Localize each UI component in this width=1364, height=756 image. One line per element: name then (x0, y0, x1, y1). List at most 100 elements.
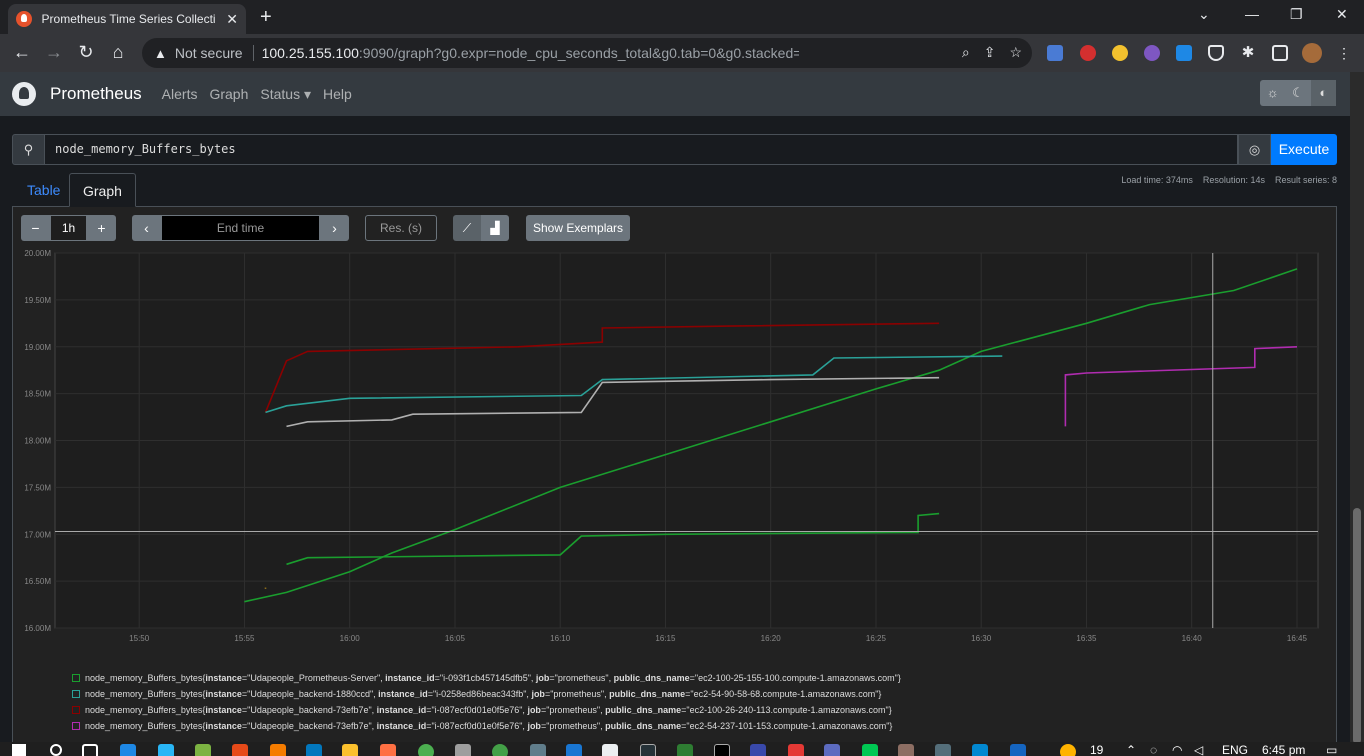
time-forward-button[interactable]: › (320, 215, 349, 241)
profile-avatar[interactable] (1302, 43, 1322, 63)
app-icon[interactable] (972, 744, 988, 756)
close-window-icon[interactable]: ✕ (1336, 6, 1348, 23)
language-indicator[interactable]: ENG (1222, 743, 1248, 756)
app-icon[interactable] (270, 744, 286, 756)
adblock-extension-icon[interactable] (1080, 45, 1096, 61)
forward-icon[interactable]: → (42, 40, 66, 64)
app-icon[interactable] (824, 744, 840, 756)
app-icon[interactable] (935, 744, 951, 756)
x-tick-label: 16:25 (866, 634, 887, 643)
app-icon[interactable] (898, 744, 914, 756)
legend-item[interactable]: node_memory_Buffers_bytes{instance="Udap… (72, 686, 1072, 702)
new-tab-button[interactable]: + (260, 6, 272, 29)
bookmark-star-icon[interactable]: ☆ (1009, 44, 1022, 61)
legend-item[interactable]: node_memory_Buffers_bytes{instance="Udap… (72, 718, 1072, 734)
zoom-icon[interactable]: ⌕ (962, 44, 970, 61)
firefox-icon[interactable] (380, 744, 396, 756)
network-icon[interactable]: ◌ (1150, 743, 1157, 756)
store-icon[interactable] (195, 744, 211, 756)
app-icon[interactable] (232, 744, 248, 756)
time-back-button[interactable]: ‹ (132, 215, 161, 241)
tab-table[interactable]: Table (14, 173, 73, 207)
app-icon[interactable] (677, 744, 693, 756)
url-host: 100.25.155.100 (261, 45, 359, 61)
windows-start-icon[interactable] (12, 744, 26, 756)
app-icon[interactable] (788, 744, 804, 756)
extension-icon[interactable] (1144, 45, 1160, 61)
volume-icon[interactable]: ◁ (1194, 743, 1203, 756)
light-theme-icon[interactable]: ☼ (1260, 80, 1285, 106)
minimize-icon[interactable]: — (1245, 6, 1259, 22)
execute-button[interactable]: Execute (1271, 134, 1337, 165)
weather-icon[interactable] (1060, 744, 1076, 756)
range-input[interactable]: 1h (50, 215, 87, 241)
legend-swatch (72, 722, 80, 730)
shield-extension-icon[interactable] (1208, 45, 1224, 61)
vscode-icon[interactable] (1010, 744, 1026, 756)
stacked-chart-icon[interactable]: ▟ (481, 215, 509, 241)
pycharm-icon[interactable] (640, 744, 656, 756)
nav-status-dropdown[interactable]: Status ▾ (260, 86, 311, 103)
edge-icon[interactable] (120, 744, 136, 756)
tab-graph[interactable]: Graph (69, 173, 136, 207)
task-view-icon[interactable] (82, 744, 98, 756)
unstacked-chart-icon[interactable]: ⟋ (453, 215, 481, 241)
terminal-icon[interactable] (714, 744, 730, 756)
clock[interactable]: 6:45 pm (1262, 743, 1305, 756)
puzzle-extensions-icon[interactable]: ✱ (1240, 45, 1256, 61)
home-icon[interactable]: ⌂ (106, 40, 130, 64)
nav-graph[interactable]: Graph (209, 86, 248, 102)
x-tick-label: 16:10 (550, 634, 571, 643)
expression-input[interactable]: node_memory_Buffers_bytes (45, 134, 1238, 165)
resolution-input[interactable]: Res. (s) (365, 215, 437, 241)
edge-icon[interactable] (306, 744, 322, 756)
address-bar[interactable]: ▲ Not secure 100.25.155.100 :9090/graph?… (142, 38, 1032, 68)
chrome-icon[interactable] (418, 744, 434, 756)
whatsapp-icon[interactable] (492, 744, 508, 756)
file-explorer-icon[interactable] (342, 744, 358, 756)
legend-item[interactable]: node_memory_Buffers_bytes{instance="Udap… (72, 670, 1072, 686)
translate-extension-icon[interactable] (1047, 45, 1063, 61)
app-icon[interactable] (750, 744, 766, 756)
dark-theme-icon[interactable]: ☾ (1285, 80, 1310, 106)
y-tick-label: 16.50M (24, 577, 51, 586)
show-exemplars-button[interactable]: Show Exemplars (526, 215, 631, 241)
app-icon[interactable] (862, 744, 878, 756)
outlook-icon[interactable] (566, 744, 582, 756)
brand-link[interactable]: Prometheus (50, 84, 142, 104)
nav-alerts[interactable]: Alerts (162, 86, 198, 102)
extension-icon[interactable] (1176, 45, 1192, 61)
tab-close-icon[interactable]: ✕ (226, 11, 238, 28)
tab-search-icon[interactable]: ⌄ (1198, 6, 1210, 23)
graph-panel: − 1h + ‹ End time › Res. (s) ⟋ ▟ Show Ex… (12, 207, 1337, 742)
notifications-icon[interactable]: ▭ (1326, 743, 1337, 756)
app-icon[interactable] (455, 744, 471, 756)
time-series-chart[interactable]: 16.00M 16.50M 17.00M 17.50M 18.00M 18.50M 19.0… (13, 247, 1338, 652)
search-icon[interactable] (50, 744, 62, 756)
menu-dots-icon[interactable]: ⋮ (1336, 45, 1352, 61)
browser-tab[interactable]: Prometheus Time Series Collection and Pr… (8, 4, 246, 34)
back-icon[interactable]: ← (10, 40, 34, 64)
extension-icon[interactable] (1112, 45, 1128, 61)
restore-icon[interactable]: ❐ (1290, 6, 1303, 23)
metrics-explorer-icon[interactable]: ◎ (1238, 134, 1271, 165)
reload-icon[interactable]: ↻ (74, 40, 98, 64)
notepad-icon[interactable] (602, 744, 618, 756)
range-increase-button[interactable]: + (87, 215, 116, 241)
page-scrollbar[interactable] (1350, 72, 1364, 744)
wifi-icon[interactable]: ◠ (1172, 743, 1182, 756)
end-time-input[interactable]: End time (161, 215, 320, 241)
x-tick-label: 15:55 (234, 634, 255, 643)
share-icon[interactable]: ⇪ (984, 44, 996, 61)
telegram-icon[interactable] (158, 744, 174, 756)
legend-item[interactable]: node_memory_Buffers_bytes{instance="Udap… (72, 702, 1072, 718)
expression-row: ⚲ node_memory_Buffers_bytes ◎ Execute (12, 134, 1337, 165)
calculator-icon[interactable] (530, 744, 546, 756)
side-panel-icon[interactable] (1272, 45, 1288, 61)
tray-chevron-icon[interactable]: ⌃ (1126, 743, 1136, 756)
browser-theme-icon[interactable]: ◐ (1310, 80, 1336, 106)
range-decrease-button[interactable]: − (21, 215, 50, 241)
nav-help[interactable]: Help (323, 86, 352, 102)
x-tick-label: 16:00 (340, 634, 361, 643)
scrollbar-thumb[interactable] (1353, 508, 1361, 744)
